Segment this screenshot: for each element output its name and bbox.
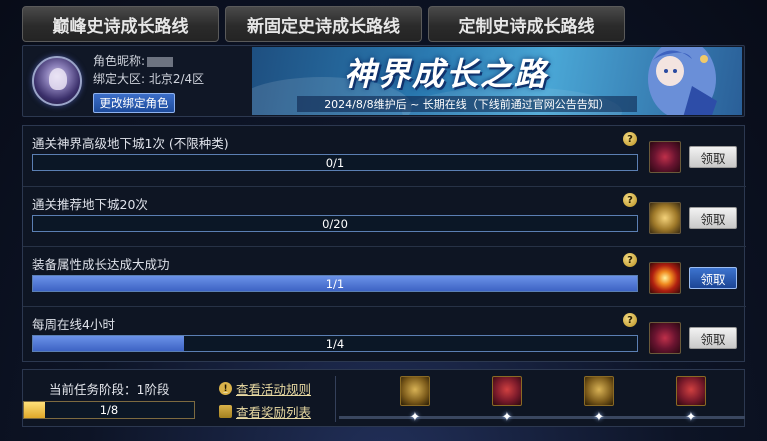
divider <box>335 376 336 422</box>
tab-new-fixed-epic[interactable]: 新固定史诗成长路线 <box>225 6 422 42</box>
banner-title: 神界成长之路 <box>344 55 549 93</box>
claim-button[interactable]: 领取 <box>689 267 737 289</box>
stage-reward-icon[interactable] <box>584 376 614 406</box>
stage-reward-icon[interactable] <box>400 376 430 406</box>
quest-row: 通关神界高级地下城1次 (不限种类) ? 0/1 领取 <box>23 126 746 186</box>
quest-title: 装备属性成长达成大成功 <box>32 257 170 272</box>
rewards-link[interactable]: 查看奖励列表 <box>219 402 311 421</box>
quest-title: 通关推荐地下城20次 <box>32 197 148 212</box>
stage-progress-text: 1/8 <box>99 403 119 417</box>
tab-custom-epic[interactable]: 定制史诗成长路线 <box>428 6 625 42</box>
quest-progress-text: 0/1 <box>325 155 345 170</box>
route-tabs: 巅峰史诗成长路线 新固定史诗成长路线 定制史诗成长路线 <box>22 6 625 42</box>
reward-item-icon[interactable] <box>649 141 681 173</box>
rewards-link-label: 查看奖励列表 <box>236 405 312 420</box>
nickname-line: 角色昵称: <box>93 52 174 69</box>
nickname-masked <box>147 56 174 67</box>
quest-progress-bar: 1/1 <box>32 275 638 292</box>
quest-title: 通关神界高级地下城1次 (不限种类) <box>32 136 229 151</box>
gift-icon <box>219 405 232 418</box>
claim-button[interactable]: 领取 <box>689 146 737 168</box>
reward-item-icon[interactable] <box>649 262 681 294</box>
server-line: 绑定大区: 北京2/4区 <box>93 72 205 86</box>
event-banner: 神界成长之路 2024/8/8维护后 ~ 长期在线（下线前通过官网公告告知） <box>252 47 742 115</box>
stage-progress-bar: 1/8 <box>23 401 195 419</box>
quest-row: 每周在线4小时 ? 1/4 领取 <box>23 306 746 366</box>
stage-reward-icon[interactable] <box>492 376 522 406</box>
claim-button[interactable]: 领取 <box>689 327 737 349</box>
profile-panel: 角色昵称: 绑定大区: 北京2/4区 更改绑定角色 神界成长之路 2024/8/… <box>22 45 745 117</box>
rules-link[interactable]: ! 查看活动规则 <box>219 379 311 398</box>
stage-reward-icon[interactable] <box>676 376 706 406</box>
quest-row: 通关推荐地下城20次 ? 0/20 领取 <box>23 186 746 246</box>
banner-character-illustration <box>648 47 717 115</box>
help-icon[interactable]: ? <box>623 253 637 267</box>
stage-star-icon: ✦ <box>685 409 697 425</box>
banner-subtitle: 2024/8/8维护后 ~ 长期在线（下线前通过官网公告告知） <box>297 96 637 112</box>
reward-item-icon[interactable] <box>649 202 681 234</box>
quest-title: 每周在线4小时 <box>32 317 115 332</box>
quest-list: 通关神界高级地下城1次 (不限种类) ? 0/1 领取 通关推荐地下城20次 ?… <box>22 125 746 362</box>
stage-star-icon: ✦ <box>593 409 605 425</box>
help-icon[interactable]: ? <box>623 313 637 327</box>
claim-button[interactable]: 领取 <box>689 207 737 229</box>
quest-progress-bar: 1/4 <box>32 335 638 352</box>
stage-label: 当前任务阶段：1阶段 <box>49 382 170 397</box>
quest-progress-bar: 0/1 <box>32 154 638 171</box>
avatar <box>32 56 82 106</box>
stage-panel: 当前任务阶段：1阶段 1/8 ! 查看活动规则 查看奖励列表 ✦ ✦ ✦ ✦ <box>22 369 745 427</box>
stage-star-icon: ✦ <box>409 409 421 425</box>
quest-row: 装备属性成长达成大成功 ? 1/1 领取 <box>23 246 746 306</box>
help-icon[interactable]: ? <box>623 193 637 207</box>
stage-star-icon: ✦ <box>501 409 513 425</box>
help-icon[interactable]: ? <box>623 132 637 146</box>
quest-progress-bar: 0/20 <box>32 215 638 232</box>
rules-link-label: 查看活动规则 <box>236 382 312 397</box>
reward-item-icon[interactable] <box>649 322 681 354</box>
tab-peak-epic[interactable]: 巅峰史诗成长路线 <box>22 6 219 42</box>
info-icon: ! <box>219 382 232 395</box>
quest-progress-text: 1/4 <box>325 336 345 351</box>
rebind-character-button[interactable]: 更改绑定角色 <box>93 93 175 113</box>
quest-progress-text: 0/20 <box>322 216 348 231</box>
nickname-label: 角色昵称: <box>93 54 146 68</box>
quest-progress-text: 1/1 <box>325 276 345 291</box>
